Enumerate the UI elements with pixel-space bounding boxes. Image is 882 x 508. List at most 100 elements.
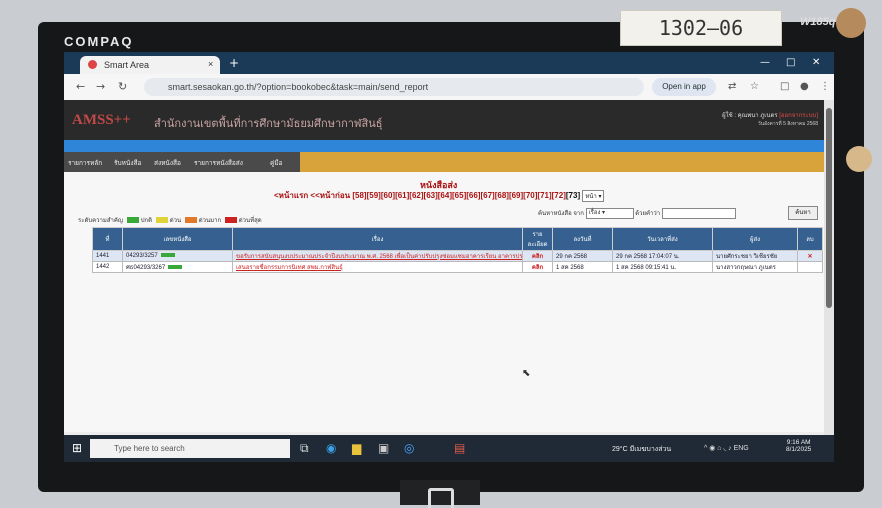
delete-cell	[797, 261, 823, 273]
subject-link[interactable]: เสนอรายชื่อกรรมการนิเทศ สพม.กาฬสินธุ์	[232, 261, 523, 273]
tab-close-icon[interactable]: ×	[208, 59, 213, 69]
pagination: <หน้าแรก <<หน้าก่อน [58][59][60][61][62]…	[274, 189, 605, 202]
url-text: smart.sesaokan.go.th/?option=bookobec&ta…	[168, 82, 429, 92]
current-date: วันอังคารที่ 5 สิงหาคม 2568	[757, 121, 818, 127]
legend-swatch-very-urgent	[184, 217, 197, 224]
pagination-prefix[interactable]: <หน้าแรก <<หน้าก่อน	[274, 191, 350, 200]
search-by-label: ด้วยคำว่า	[635, 211, 661, 218]
menu-item-send[interactable]: ส่งหนังสือ	[154, 158, 181, 168]
doc-date: 1 สค 2568	[552, 261, 613, 273]
legend-label: ด่วนที่สุด	[238, 218, 262, 224]
monitor-brand: COMPAQ	[64, 34, 134, 49]
page-link[interactable]: [69]	[509, 191, 523, 200]
delete-icon[interactable]: ✕	[797, 250, 823, 262]
sender-name: นางสาวกฤษณา ภูเนตร	[712, 261, 798, 273]
profile-icon[interactable]: ●	[800, 81, 809, 92]
page-link[interactable]: [59]	[367, 191, 381, 200]
detail-link[interactable]: คลิก	[522, 261, 553, 273]
blue-strip	[64, 140, 824, 152]
file-explorer-icon[interactable]: ▆	[352, 441, 361, 455]
page-scrollbar[interactable]	[824, 100, 834, 435]
search-field-select[interactable]: เรื่อง ▾	[585, 208, 634, 219]
close-window-button[interactable]: ✕	[812, 57, 820, 68]
page-link[interactable]: [70]	[523, 191, 537, 200]
browser-tab-bar: Smart Area × + — □ ✕	[64, 52, 834, 74]
clock-time: 9:16 AM	[786, 439, 811, 446]
browser-tab[interactable]: Smart Area ×	[80, 56, 220, 74]
page-select[interactable]: หน้า ▾	[582, 190, 605, 202]
maximize-button[interactable]: □	[786, 57, 795, 68]
current-page: [73]	[565, 191, 581, 200]
sent-documents-table: ที่ เลขหนังสือ เรื่อง รายละเอียด ลงวันที…	[92, 227, 823, 273]
sent-time: 29 กค 2568 17:04:07 น.	[612, 250, 713, 262]
main-menu: รายการหลัก รับหนังสือ ส่งหนังสือ รายการห…	[64, 152, 824, 172]
search-label: ค้นหาหนังสือ จาก	[538, 211, 584, 218]
content-area: หนังสือส่ง <หน้าแรก <<หน้าก่อน [58][59][…	[64, 172, 824, 432]
taskbar-search[interactable]: Type here to search	[90, 439, 290, 458]
doll-figure-side	[846, 146, 872, 172]
reload-icon[interactable]: ↻	[118, 80, 127, 93]
page-link[interactable]: [63]	[424, 191, 438, 200]
windows-start-icon[interactable]: ⊞	[72, 441, 82, 455]
sender-name: นายศักระชยา วิเชียรชัย	[712, 250, 798, 262]
back-icon[interactable]: ←	[76, 80, 85, 93]
doc-number-cell: 04293/3257	[122, 250, 233, 262]
page-link[interactable]: [71]	[537, 191, 551, 200]
page-link[interactable]: [60]	[381, 191, 395, 200]
page-link[interactable]: [58]	[352, 191, 366, 200]
page-link[interactable]: [66]	[466, 191, 480, 200]
column-header: ที่	[92, 227, 123, 251]
page-link[interactable]: [62]	[409, 191, 423, 200]
detail-link[interactable]: คลิก	[522, 250, 553, 262]
legend-swatch-most-urgent	[224, 217, 237, 224]
taskbar-clock[interactable]: 9:16 AM 8/1/2025	[786, 439, 811, 453]
store-icon[interactable]: ▣	[378, 441, 389, 455]
column-header: รายละเอียด	[522, 227, 553, 251]
chrome-icon[interactable]: ◎	[404, 441, 414, 455]
priority-bar	[168, 265, 183, 270]
minimize-button[interactable]: —	[760, 57, 770, 68]
translate-icon[interactable]: ⇄	[728, 81, 736, 92]
page-link[interactable]: [72]	[552, 191, 566, 200]
extension-icon[interactable]: □	[780, 81, 789, 92]
legend-prefix: ระดับความสำคัญ	[78, 218, 124, 224]
star-icon[interactable]: ☆	[750, 81, 759, 92]
url-field[interactable]: smart.sesaokan.go.th/?option=bookobec&ta…	[144, 78, 644, 96]
taskbar: ⊞ Type here to search ⧉ ◉ ▆ ▣ ◎ ▤ 29°C ม…	[64, 435, 834, 462]
language-indicator[interactable]: ENG	[734, 445, 749, 452]
taskbar-search-placeholder: Type here to search	[114, 444, 185, 453]
menu-icon[interactable]: ⋮	[820, 81, 830, 92]
column-header: เลขหนังสือ	[122, 227, 233, 251]
search-button[interactable]: ค้นหา	[788, 206, 818, 220]
screen: Smart Area × + — □ ✕ ← → ↻ smart.sesaoka…	[64, 52, 834, 462]
favicon-icon	[88, 60, 97, 69]
column-header: ลบ	[797, 227, 823, 251]
search-input[interactable]	[661, 208, 736, 219]
page-link[interactable]: [68]	[495, 191, 509, 200]
new-tab-button[interactable]: +	[229, 56, 239, 70]
doll-figure-top	[836, 8, 866, 38]
logout-link[interactable]: [ออกจากระบบ]	[779, 113, 818, 119]
page-link[interactable]: [67]	[480, 191, 494, 200]
scrollbar-thumb[interactable]	[826, 108, 832, 308]
page-link[interactable]: [65]	[452, 191, 466, 200]
column-header: วันเวลาที่ส่ง	[612, 227, 713, 251]
menu-item-manual[interactable]: คู่มือ	[270, 158, 283, 168]
page-link[interactable]: [64]	[438, 191, 452, 200]
site-logo: AMSS++	[72, 112, 131, 128]
menu-item-sent-list[interactable]: รายการหนังสือส่ง	[194, 158, 243, 168]
menu-item-receive[interactable]: รับหนังสือ	[114, 158, 141, 168]
forward-icon[interactable]: →	[96, 80, 105, 93]
app-icon[interactable]: ▤	[454, 441, 465, 455]
doc-date: 29 กค 2568	[552, 250, 613, 262]
task-view-icon[interactable]: ⧉	[300, 441, 309, 456]
menu-item-main[interactable]: รายการหลัก	[68, 158, 102, 168]
system-tray[interactable]: ^ ◉ ⌂ ◟ ♪ ENG	[704, 444, 749, 452]
weather-widget[interactable]: 29°C มีเมฆบางส่วน	[612, 444, 671, 455]
edge-icon[interactable]: ◉	[326, 441, 336, 455]
page-link[interactable]: [61]	[395, 191, 409, 200]
open-in-app-button[interactable]: Open in app	[652, 78, 716, 96]
subject-link[interactable]: ขอรับการสนับสนุนงบประมาณประจำปีงบประมาณ …	[232, 250, 523, 262]
legend-label: ปกติ	[140, 218, 153, 224]
column-header: ผู้ส่ง	[712, 227, 798, 251]
